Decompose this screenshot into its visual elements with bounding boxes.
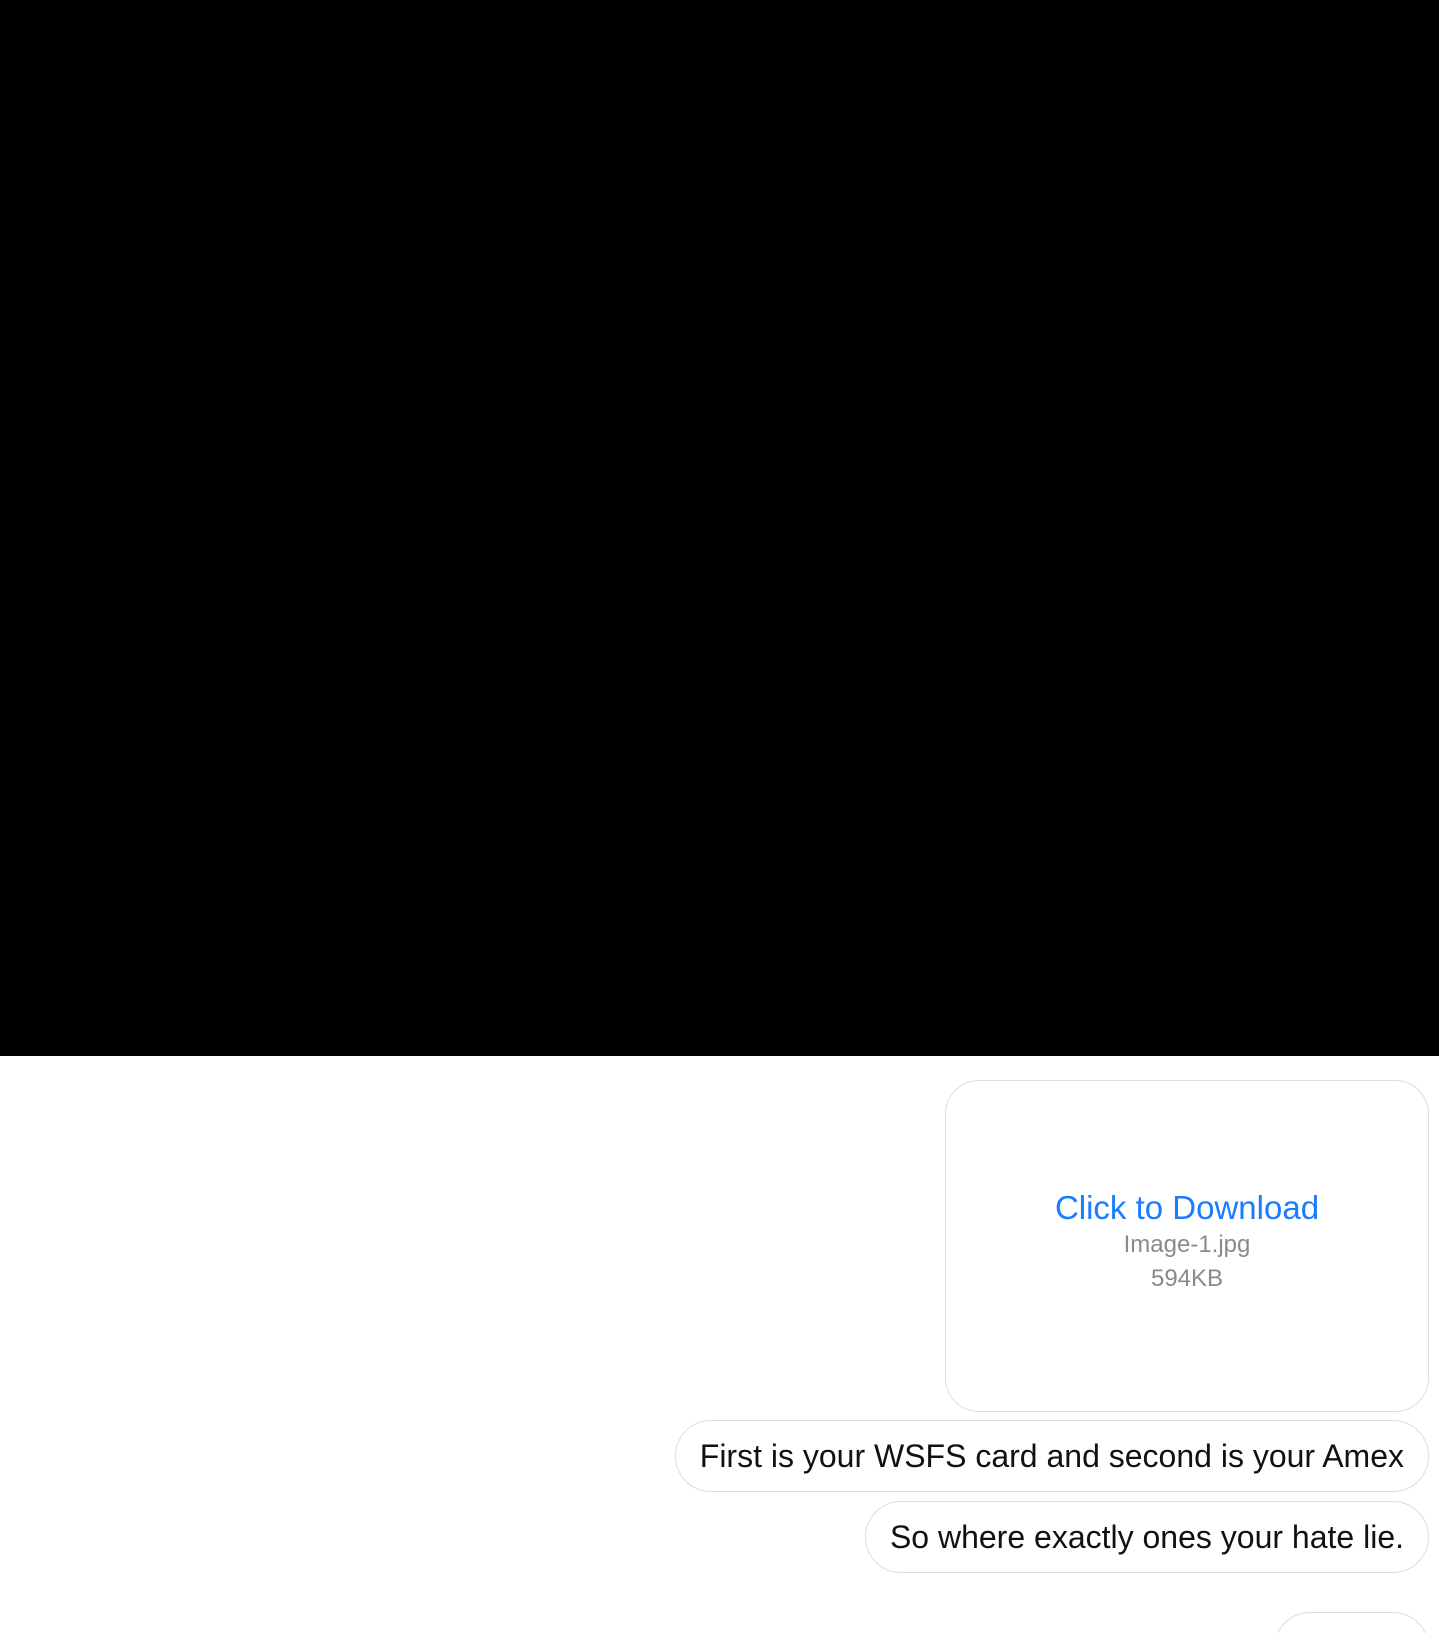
file-size: 594KB (1150, 1265, 1224, 1292)
message-bubble[interactable]: Or land (1274, 1612, 1429, 1633)
message-bubble[interactable]: First is your WSFS card and second is yo… (674, 1420, 1429, 1492)
file-name: Image-1.jpg (1123, 1231, 1251, 1258)
attachment-card[interactable]: Click to Download Image-1.jpg 594KB (945, 1080, 1429, 1412)
message-bubble[interactable]: So where exactly ones your hate lie. (864, 1501, 1429, 1573)
message-thread: Click to Download Image-1.jpg 594KB Firs… (0, 0, 1439, 1633)
download-link[interactable]: Click to Download (1055, 1188, 1319, 1228)
image-preview[interactable] (0, 0, 1439, 1056)
